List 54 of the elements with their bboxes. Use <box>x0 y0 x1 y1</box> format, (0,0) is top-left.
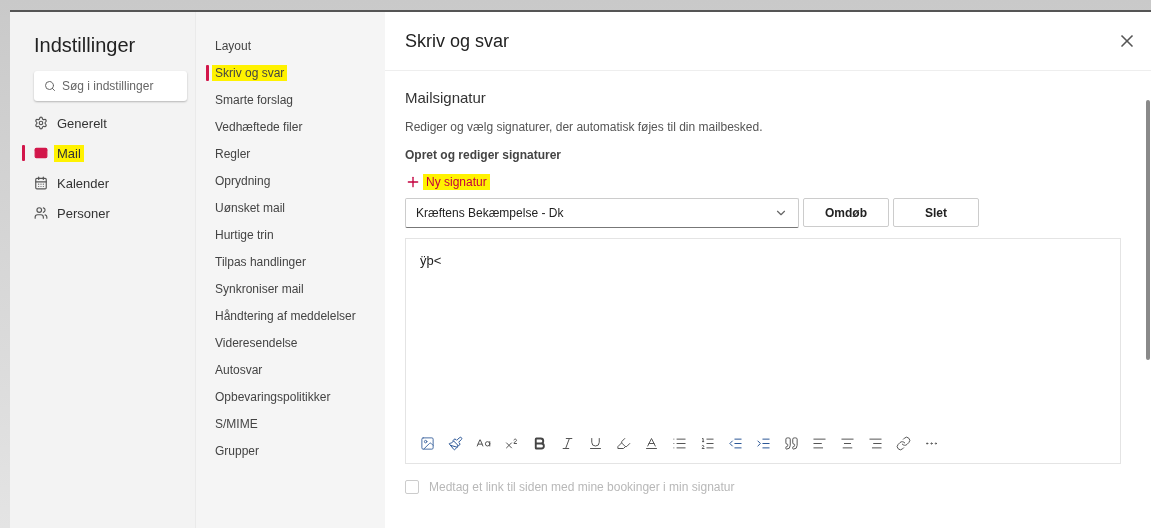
category-item[interactable]: Kalender <box>54 174 113 192</box>
submenu-item[interactable]: Videresendelse <box>212 335 301 351</box>
section-heading: Mailsignatur <box>405 89 487 106</box>
description: Rediger og vælg signaturer, der automatisk føjes til din mailbesked. <box>405 120 764 134</box>
search-icon <box>44 80 56 92</box>
align-left-icon[interactable] <box>812 436 827 451</box>
action-button[interactable]: Omdøb <box>803 198 889 227</box>
search-field[interactable]: Søg i indstillinger <box>34 71 187 101</box>
underline-icon[interactable] <box>588 436 603 451</box>
submenu-item[interactable]: Skriv og svar <box>212 65 288 81</box>
signature-dropdown[interactable]: Kræftens Bekæmpelse - Dk <box>405 198 799 228</box>
plus-icon <box>405 174 421 190</box>
checkbox-label: Medtag et link til siden med mine bookinger i min signatur <box>429 480 735 494</box>
submenu-item[interactable]: Oprydning <box>212 173 274 189</box>
indent-icon[interactable] <box>756 436 771 451</box>
signature-editor[interactable]: ÿþ< <box>405 238 1121 464</box>
submenu-item[interactable]: Uønsket mail <box>212 200 288 216</box>
outdent-icon[interactable] <box>728 436 743 451</box>
submenu-item[interactable]: Autosvar <box>212 362 266 378</box>
link-icon[interactable] <box>896 436 911 451</box>
italic-icon[interactable] <box>560 436 575 451</box>
brush-icon[interactable] <box>448 436 463 451</box>
submenu-item[interactable]: S/MIME <box>212 416 261 432</box>
numbering-icon[interactable] <box>700 436 715 451</box>
font-color-icon[interactable] <box>644 436 659 451</box>
highlight-icon[interactable] <box>616 436 631 451</box>
submenu-item[interactable]: Synkroniser mail <box>212 281 307 297</box>
submenu-item[interactable]: Vedhæftede filer <box>212 119 306 135</box>
submenu-item[interactable]: Smarte forslag <box>212 92 297 108</box>
category-item[interactable]: Personer <box>54 204 113 222</box>
submenu-item[interactable]: Regler <box>212 146 254 162</box>
bullets-icon[interactable] <box>672 436 687 451</box>
superscript-icon[interactable] <box>504 436 519 451</box>
align-center-icon[interactable] <box>840 436 855 451</box>
calendar-icon <box>34 176 48 190</box>
submenu-item[interactable]: Hurtige trin <box>212 227 277 243</box>
category-item[interactable]: Mail <box>54 144 84 162</box>
align-right-icon[interactable] <box>868 436 883 451</box>
subheading: Opret og rediger signaturer <box>405 148 563 162</box>
image-icon[interactable] <box>420 436 435 451</box>
people-icon <box>34 206 48 220</box>
bold-icon[interactable] <box>532 436 547 451</box>
panel-title: Skriv og svar <box>405 30 510 52</box>
quote-icon[interactable] <box>784 436 799 451</box>
submenu-item[interactable]: Grupper <box>212 443 263 459</box>
submenu-item[interactable]: Tilpas handlinger <box>212 254 309 270</box>
submenu-item[interactable]: Layout <box>212 38 255 54</box>
scrollbar[interactable] <box>1146 100 1150 360</box>
settings-title: Indstillinger <box>33 34 137 57</box>
category-item[interactable]: Generelt <box>54 114 110 132</box>
action-button[interactable]: Slet <box>893 198 979 227</box>
submenu-item[interactable]: Opbevaringspolitikker <box>212 389 334 405</box>
submenu-item[interactable]: Håndtering af meddelelser <box>212 308 359 324</box>
gear-icon <box>34 116 48 130</box>
